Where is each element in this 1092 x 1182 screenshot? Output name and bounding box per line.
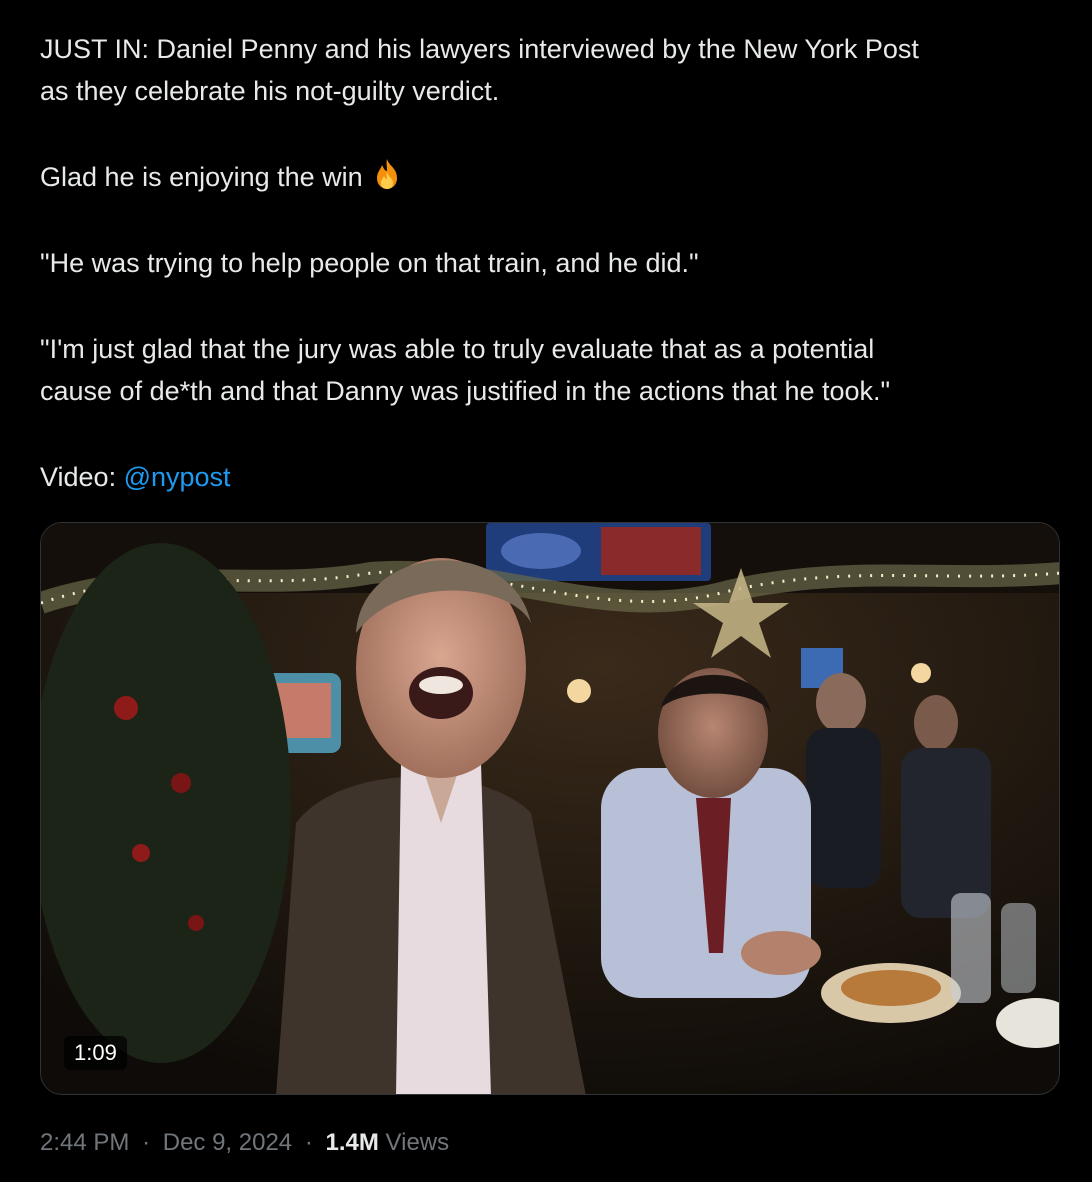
tweet-text-line: "He was trying to help people on that tr… xyxy=(40,248,699,278)
fire-emoji-icon xyxy=(369,156,405,192)
tweet-text-line: JUST IN: Daniel Penny and his lawyers in… xyxy=(40,34,919,64)
tweet-text-line: as they celebrate his not-guilty verdict… xyxy=(40,76,500,106)
tweet-text: JUST IN: Daniel Penny and his lawyers in… xyxy=(40,28,1060,498)
meta-separator: · xyxy=(142,1129,151,1156)
tweet: JUST IN: Daniel Penny and his lawyers in… xyxy=(40,28,1060,1156)
tweet-text-fragment: Glad he is enjoying the win xyxy=(40,162,363,192)
video-duration-badge: 1:09 xyxy=(64,1036,127,1070)
tweet-text-line: "I'm just glad that the jury was able to… xyxy=(40,334,875,364)
tweet-text-line: Video: @nypost xyxy=(40,456,1060,498)
video-credit-label: Video: xyxy=(40,462,117,492)
tweet-date[interactable]: Dec 9, 2024 xyxy=(163,1129,292,1156)
meta-separator: · xyxy=(304,1129,313,1156)
tweet-meta: 2:44 PM · Dec 9, 2024 · 1.4M Views xyxy=(40,1129,449,1157)
video-frame xyxy=(41,523,1059,1094)
mention-link[interactable]: @nypost xyxy=(124,462,231,492)
video-player[interactable]: 1:09 xyxy=(40,522,1060,1095)
tweet-time[interactable]: 2:44 PM xyxy=(40,1129,129,1156)
tweet-text-line: cause of de*th and that Danny was justif… xyxy=(40,376,891,406)
views-count: 1.4M xyxy=(325,1129,379,1156)
tweet-text-line: Glad he is enjoying the win xyxy=(40,156,1060,198)
views-label: Views xyxy=(385,1129,450,1156)
